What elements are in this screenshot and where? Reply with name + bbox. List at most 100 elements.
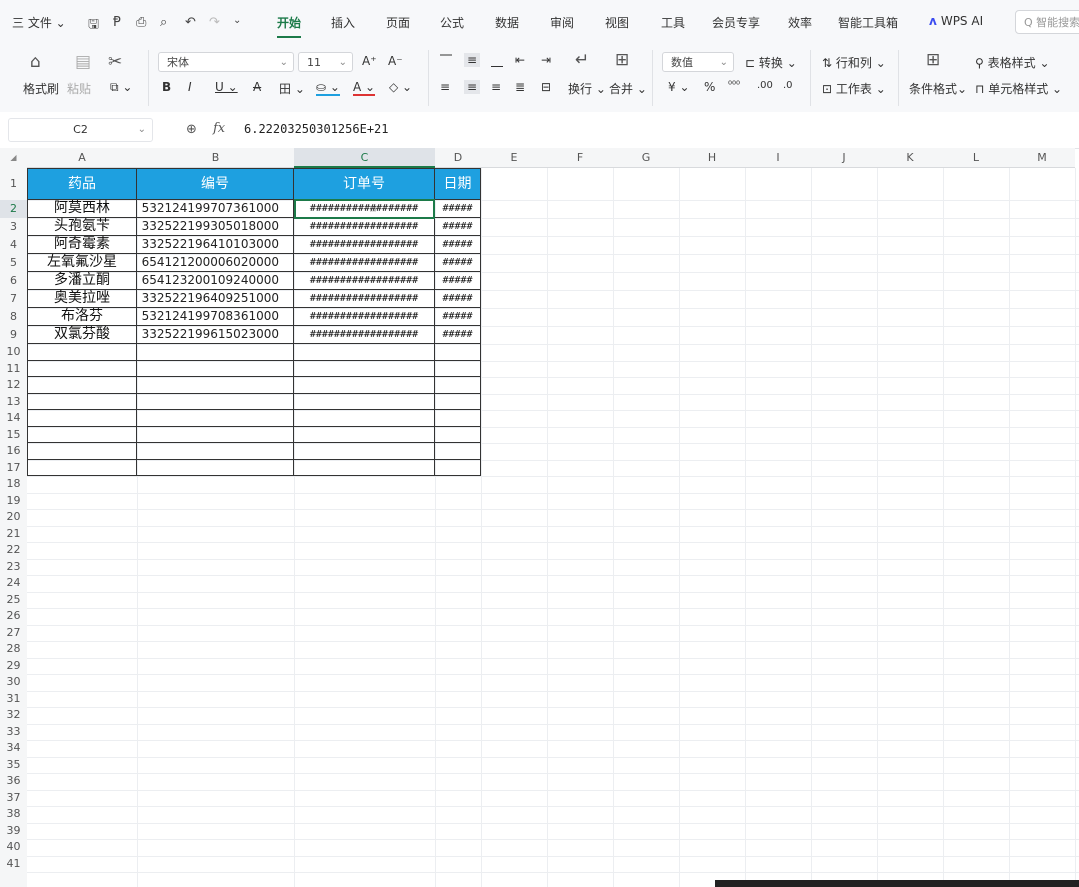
table-header-cell[interactable]: 编号 <box>137 168 294 200</box>
empty-table-cell[interactable] <box>435 377 481 394</box>
empty-table-cell[interactable] <box>137 344 294 361</box>
tab-insert[interactable]: 插入 <box>331 14 355 31</box>
empty-table-cell[interactable] <box>137 426 294 443</box>
empty-table-cell[interactable] <box>27 459 137 476</box>
wps-ai-button[interactable]: ʌ WPS AI <box>929 14 983 28</box>
row-header-31[interactable]: 31 <box>0 691 27 708</box>
justify-icon[interactable]: ≣ <box>515 80 525 94</box>
table-style-button[interactable]: ⚲ 表格样式 ⌄ <box>975 54 1050 71</box>
row-header-15[interactable]: 15 <box>0 427 27 444</box>
empty-table-cell[interactable] <box>137 410 294 427</box>
strikethrough-icon[interactable]: A <box>253 80 261 94</box>
more-quick-access-icon[interactable]: ⌄ <box>233 15 241 26</box>
font-size-select[interactable]: 11 ⌄ <box>298 52 353 72</box>
row-header-37[interactable]: 37 <box>0 790 27 807</box>
fill-color-icon[interactable]: ⛀ ⌄ <box>316 80 340 96</box>
align-bottom-icon[interactable]: ⎽ <box>491 53 503 68</box>
file-menu[interactable]: 三 文件 ⌄ <box>12 14 66 31</box>
empty-table-cell[interactable] <box>27 344 137 361</box>
tab-efficiency[interactable]: 效率 <box>788 14 812 31</box>
worksheet-button[interactable]: ⊡ 工作表 ⌄ <box>822 80 886 97</box>
align-right-icon[interactable]: ≡ <box>491 80 501 94</box>
drug-name-cell[interactable]: 多潘立酮 <box>27 272 137 290</box>
redo-icon[interactable]: ↷ <box>209 15 220 30</box>
order-number-cell[interactable]: ################## <box>294 308 435 326</box>
column-header-a[interactable]: A <box>27 148 137 168</box>
row-header-2[interactable]: 2 <box>0 200 27 218</box>
copy-icon[interactable]: ⧉ ⌄ <box>110 80 132 95</box>
order-number-cell[interactable]: ################## <box>294 236 435 254</box>
align-center-icon[interactable]: ≡ <box>464 80 481 94</box>
empty-table-cell[interactable] <box>137 459 294 476</box>
empty-table-cell[interactable] <box>435 344 481 361</box>
code-cell[interactable]: 532124199708361000 <box>137 308 294 326</box>
row-header-9[interactable]: 9 <box>0 326 27 344</box>
row-header-19[interactable]: 19 <box>0 493 27 510</box>
wrap-button[interactable]: 换行 ⌄ <box>568 80 606 97</box>
save-icon[interactable]: 🖫 <box>88 15 99 37</box>
column-header-f[interactable]: F <box>547 148 613 168</box>
table-header-cell[interactable]: 日期 <box>435 168 481 200</box>
column-header-i[interactable]: I <box>745 148 811 168</box>
empty-table-cell[interactable] <box>137 393 294 410</box>
code-cell[interactable]: 532124199707361000 <box>137 200 294 218</box>
empty-table-cell[interactable] <box>294 443 435 460</box>
tab-review[interactable]: 审阅 <box>550 14 574 31</box>
paste-button[interactable]: 粘贴 <box>67 80 91 97</box>
increase-decimal-icon[interactable]: .00 <box>757 80 773 91</box>
clear-format-icon[interactable]: ◇ ⌄ <box>389 80 412 94</box>
formula-input[interactable]: 6.22203250301256E+21 <box>244 122 389 136</box>
tab-smart-toolbox[interactable]: 智能工具箱 <box>838 14 898 31</box>
print-icon[interactable]: ⎙ <box>136 15 146 30</box>
order-number-cell[interactable]: ################## <box>294 326 435 344</box>
horizontal-scrollbar[interactable] <box>715 880 1079 887</box>
empty-table-cell[interactable] <box>27 377 137 394</box>
order-number-cell[interactable]: ################## <box>294 218 435 236</box>
code-cell[interactable]: 332522196410103000 <box>137 236 294 254</box>
row-header-35[interactable]: 35 <box>0 757 27 774</box>
row-header-3[interactable]: 3 <box>0 218 27 236</box>
row-col-button[interactable]: ⇅ 行和列 ⌄ <box>822 54 886 71</box>
empty-table-cell[interactable] <box>294 360 435 377</box>
row-header-41[interactable]: 41 <box>0 856 27 873</box>
cell-style-button[interactable]: ⊓ 单元格样式 ⌄ <box>975 80 1062 97</box>
row-header-10[interactable]: 10 <box>0 344 27 361</box>
thousands-icon[interactable]: ⁰⁰⁰ <box>728 80 740 91</box>
drug-name-cell[interactable]: 左氧氟沙星 <box>27 254 137 272</box>
merge-button[interactable]: 合并 ⌄ <box>609 80 647 97</box>
code-cell[interactable]: 654121200006020000 <box>137 254 294 272</box>
search-input[interactable]: Q 智能搜索 <box>1015 10 1079 34</box>
row-header-39[interactable]: 39 <box>0 823 27 840</box>
row-header-24[interactable]: 24 <box>0 575 27 592</box>
align-top-icon[interactable]: ⎺ <box>440 53 452 68</box>
row-header-12[interactable]: 12 <box>0 377 27 394</box>
empty-table-cell[interactable] <box>27 393 137 410</box>
order-number-cell[interactable]: ################## <box>294 200 435 218</box>
zoom-formula-icon[interactable]: ⊕ <box>186 122 197 137</box>
date-cell[interactable]: ##### <box>435 200 481 218</box>
row-header-16[interactable]: 16 <box>0 443 27 460</box>
column-header-g[interactable]: G <box>613 148 679 168</box>
empty-table-cell[interactable] <box>27 443 137 460</box>
align-middle-icon[interactable]: ≡ <box>464 53 481 67</box>
tab-member[interactable]: 会员专享 <box>712 14 760 31</box>
convert-button[interactable]: ⊏ 转换 ⌄ <box>745 54 797 71</box>
row-header-27[interactable]: 27 <box>0 625 27 642</box>
row-header-11[interactable]: 11 <box>0 361 27 378</box>
column-header-m[interactable]: M <box>1009 148 1075 168</box>
format-painter-icon[interactable]: ⌂ <box>30 52 41 72</box>
decrease-decimal-icon[interactable]: .0 <box>783 80 793 91</box>
empty-table-cell[interactable] <box>294 459 435 476</box>
paste-icon[interactable]: ▤ <box>75 52 91 72</box>
column-header-l[interactable]: L <box>943 148 1009 168</box>
empty-table-cell[interactable] <box>435 426 481 443</box>
tab-data[interactable]: 数据 <box>495 14 519 31</box>
code-cell[interactable]: 654123200109240000 <box>137 272 294 290</box>
row-header-4[interactable]: 4 <box>0 236 27 254</box>
date-cell[interactable]: ##### <box>435 218 481 236</box>
row-header-13[interactable]: 13 <box>0 394 27 411</box>
merge-cells-icon[interactable]: ⊞ <box>615 50 629 70</box>
code-cell[interactable]: 332522199305018000 <box>137 218 294 236</box>
row-header-36[interactable]: 36 <box>0 773 27 790</box>
name-box[interactable]: C2 ⌄ <box>8 118 153 142</box>
